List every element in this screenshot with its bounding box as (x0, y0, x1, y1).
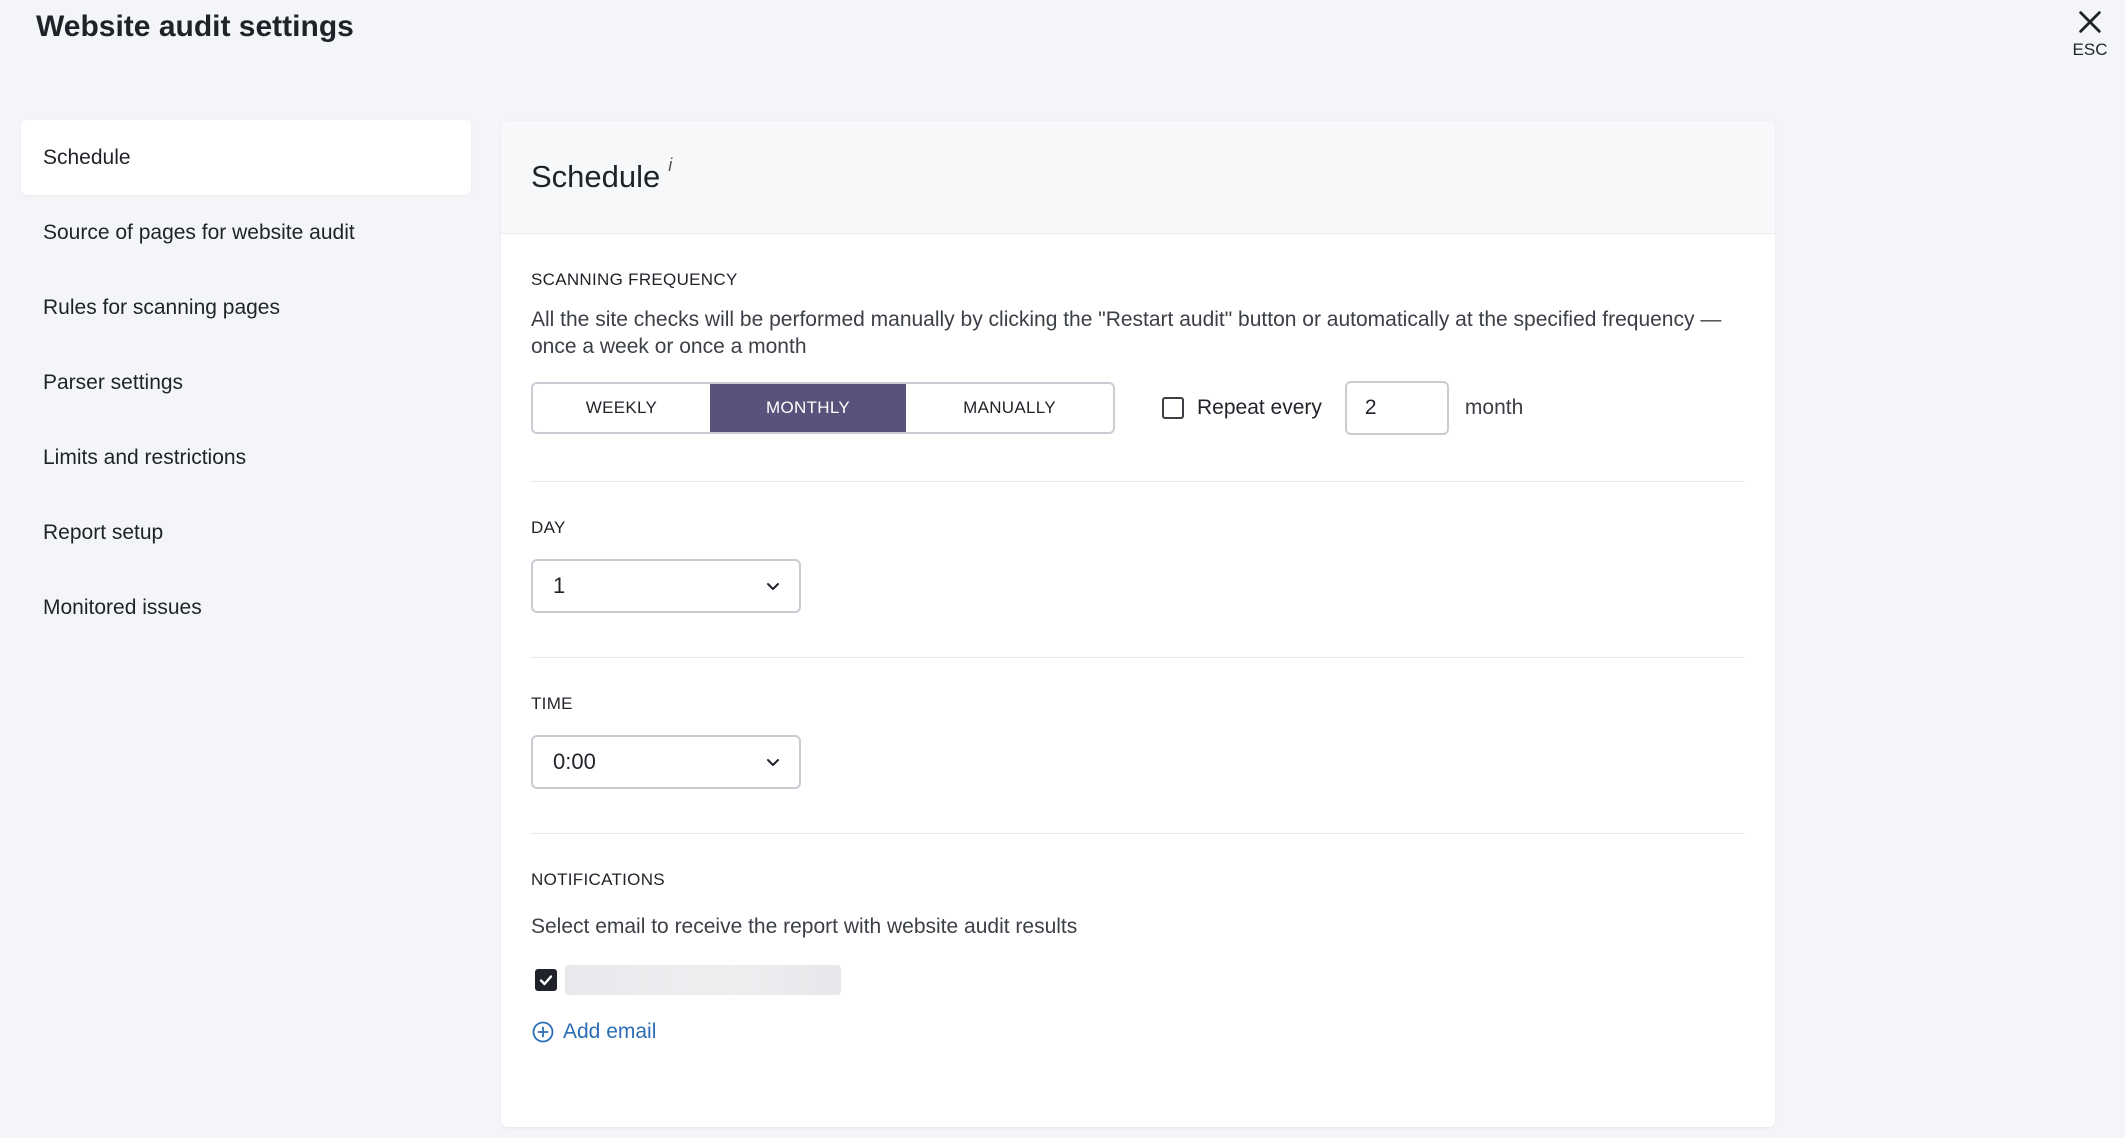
schedule-panel: Schedule i SCANNING FREQUENCY All the si… (501, 121, 1775, 1127)
sidebar-item-monitored-issues[interactable]: Monitored issues (21, 570, 471, 645)
add-email-label: Add email (563, 1020, 657, 1043)
repeat-interval-input[interactable] (1344, 381, 1449, 435)
frequency-weekly-button[interactable]: WEEKLY (533, 384, 710, 432)
sidebar-item-schedule[interactable]: Schedule (21, 120, 471, 195)
frequency-selector: WEEKLY MONTHLY MANUALLY (531, 382, 1115, 434)
time-select-value: 0:00 (553, 749, 596, 774)
notifications-section: NOTIFICATIONS Select email to receive th… (531, 834, 1745, 1044)
sidebar-item-parser-settings[interactable]: Parser settings (21, 345, 471, 420)
sidebar-item-scanning-rules[interactable]: Rules for scanning pages (21, 270, 471, 345)
scanning-frequency-description: All the site checks will be performed ma… (531, 308, 1722, 358)
panel-header: Schedule i (501, 121, 1775, 234)
repeat-every-label: Repeat every (1197, 396, 1322, 419)
close-icon (2079, 11, 2101, 33)
repeat-unit-label: month (1464, 396, 1524, 419)
time-select[interactable]: 0:00 (531, 735, 801, 789)
time-label: TIME (531, 694, 573, 713)
sidebar-item-report-setup[interactable]: Report setup (21, 495, 471, 570)
info-icon[interactable]: i (668, 155, 672, 176)
checkmark-icon (539, 975, 553, 986)
day-select[interactable]: 1 (531, 559, 801, 613)
day-section: DAY 1 (531, 482, 1745, 657)
redacted-email (565, 965, 841, 995)
repeat-every-checkbox[interactable] (1162, 397, 1184, 419)
chevron-down-icon (767, 583, 779, 590)
scanning-frequency-label: SCANNING FREQUENCY (531, 270, 738, 289)
add-email-button[interactable]: Add email (531, 1020, 1745, 1044)
day-select-value: 1 (553, 573, 566, 598)
scanning-frequency-section: SCANNING FREQUENCY All the site checks w… (531, 234, 1745, 481)
plus-circle-icon (532, 1021, 554, 1043)
frequency-manually-button[interactable]: MANUALLY (906, 384, 1113, 432)
day-label: DAY (531, 518, 566, 537)
close-button[interactable]: ESC (2063, 4, 2117, 64)
sidebar-item-source-of-pages[interactable]: Source of pages for website audit (21, 195, 471, 270)
notifications-label: NOTIFICATIONS (531, 870, 665, 889)
email-checkbox[interactable] (535, 969, 557, 991)
notifications-description: Select email to receive the report with … (531, 915, 1078, 938)
panel-title: Schedule (531, 159, 661, 194)
chevron-down-icon (767, 759, 779, 766)
time-section: TIME 0:00 (531, 658, 1745, 833)
settings-sidebar: Schedule Source of pages for website aud… (21, 120, 471, 645)
esc-hint: ESC (2072, 40, 2108, 59)
page-title: Website audit settings (36, 10, 354, 43)
sidebar-item-limits[interactable]: Limits and restrictions (21, 420, 471, 495)
frequency-monthly-button[interactable]: MONTHLY (710, 384, 906, 432)
